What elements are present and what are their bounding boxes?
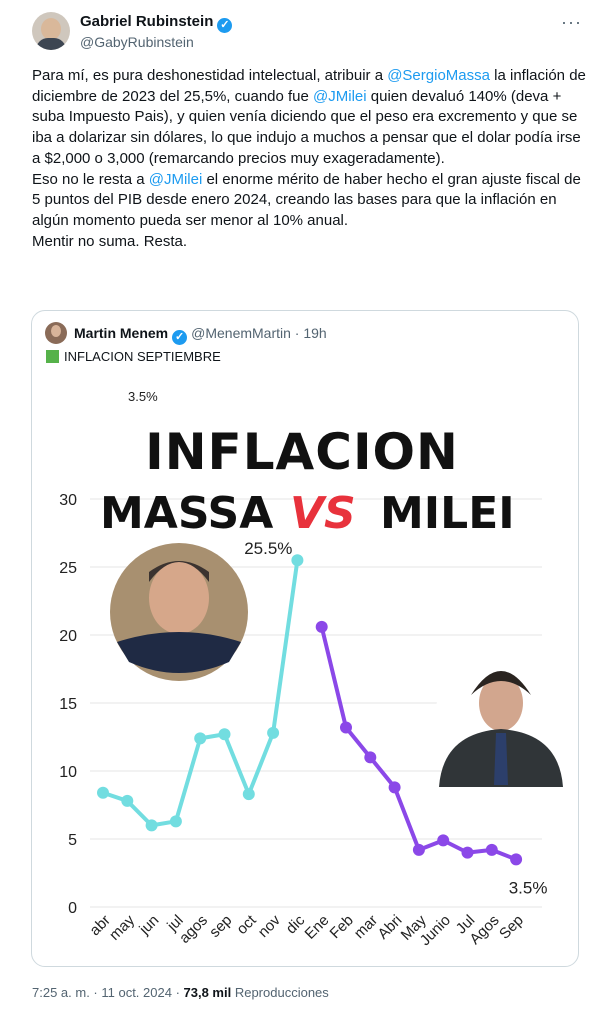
x-tick-label: Ene <box>302 912 333 943</box>
author-avatar[interactable] <box>32 12 70 50</box>
tweet-text: Para mí, es pura deshonestidad intelectu… <box>32 66 592 252</box>
data-point <box>242 788 255 801</box>
author-name-text[interactable]: Gabriel Rubinstein <box>80 13 213 30</box>
x-tick-label: Feb <box>327 912 357 942</box>
chart-title-milei: MILEI <box>380 488 515 539</box>
x-tick-label: sep <box>206 912 235 941</box>
more-options-icon[interactable]: ··· <box>561 12 582 33</box>
data-label: 25.5% <box>244 539 292 558</box>
tweet-paragraph-1: Para mí, es pura deshonestidad intelectu… <box>32 66 592 170</box>
mention-link[interactable]: @JMilei <box>313 88 367 105</box>
quoted-tweet[interactable]: Martin Menem ✓ @MenemMartin · 19h INFLACIO… <box>31 310 579 967</box>
avatar-face <box>41 18 61 40</box>
inflation-chart: 3.5%051015202530abrmayjun julagossepoctno… <box>59 389 569 949</box>
data-point <box>388 781 401 794</box>
quoted-avatar[interactable] <box>45 322 67 344</box>
data-point <box>291 554 304 567</box>
data-point <box>145 819 158 832</box>
chart-title-vs: VS <box>290 488 356 539</box>
chart-title: INFLACION <box>145 423 459 481</box>
massa-portrait-jacket <box>117 632 241 673</box>
y-tick-label: 25 <box>59 560 77 577</box>
data-point <box>412 843 425 856</box>
x-tick-label: Sep <box>496 912 527 943</box>
y-tick-label: 5 <box>68 832 77 849</box>
data-point <box>461 846 474 859</box>
y-tick-label: 0 <box>68 900 77 917</box>
data-point <box>121 794 134 807</box>
view-count-label: Reproducciones <box>231 985 329 1000</box>
quoted-verified-badge-icon: ✓ <box>172 330 188 345</box>
data-point <box>485 843 498 856</box>
milei-portrait-tie <box>494 733 508 785</box>
x-tick-label: jun <box>136 912 163 939</box>
y-tick-label: 10 <box>59 764 77 781</box>
tweet-meta: 7:25 a. m. · 11 oct. 2024 · 73,8 mil Rep… <box>32 985 329 1000</box>
data-point <box>315 620 328 633</box>
tweet-timestamp[interactable]: 7:25 a. m. · 11 oct. 2024 · <box>32 985 184 1000</box>
data-point <box>267 726 280 739</box>
tweet-paragraph-3: Mentir no suma. Resta. <box>32 232 188 250</box>
chart-top-label: 3.5% <box>128 389 158 404</box>
x-tick-label: oct <box>233 911 260 938</box>
quoted-text-label: INFLACION SEPTIEMBRE <box>64 349 221 364</box>
data-point <box>364 751 377 764</box>
y-tick-label: 20 <box>59 628 77 645</box>
chart-title-massa: MASSA <box>100 488 273 539</box>
massa-portrait-face <box>149 562 209 634</box>
text-segment: Eso no le resta a <box>32 170 149 188</box>
quoted-avatar-face <box>51 325 61 337</box>
data-point <box>218 728 231 741</box>
y-tick-label: 30 <box>59 492 77 509</box>
data-point <box>340 721 352 734</box>
quoted-text: INFLACION SEPTIEMBRE <box>46 349 221 364</box>
author-name[interactable]: Gabriel Rubinstein ✓ <box>80 13 233 33</box>
data-point <box>510 853 523 866</box>
green-square-icon <box>46 350 59 363</box>
view-count: 73,8 mil <box>183 985 232 1000</box>
data-point <box>194 732 207 745</box>
mention-link[interactable]: @SergioMassa <box>387 67 490 84</box>
x-tick-label: Abri <box>375 912 406 943</box>
mention-link[interactable]: @JMilei <box>149 171 203 188</box>
verified-badge-icon: ✓ <box>217 18 233 33</box>
y-tick-label: 15 <box>59 696 77 713</box>
text-segment: Para mí, es pura deshonestidad intelectu… <box>32 67 388 84</box>
x-tick-label: nov <box>255 911 284 940</box>
quoted-author: Martin Menem ✓ @MenemMartin · 19h <box>74 325 327 345</box>
x-tick-label: mar <box>351 912 381 942</box>
quoted-author-name[interactable]: Martin Menem <box>74 325 168 341</box>
x-tick-label: may <box>106 911 138 943</box>
quoted-author-handle[interactable]: @MenemMartin · 19h <box>191 325 327 341</box>
tweet: Gabriel Rubinstein ✓ @GabyRubinstein ··· … <box>0 0 610 1009</box>
author-handle[interactable]: @GabyRubinstein <box>80 34 194 50</box>
data-point <box>437 834 450 847</box>
data-label: 3.5% <box>509 878 548 897</box>
data-point <box>97 786 109 799</box>
avatar-body <box>36 38 66 50</box>
data-point <box>169 815 182 828</box>
tweet-paragraph-2: Eso no le resta a @JMilei el enorme méri… <box>32 170 592 232</box>
